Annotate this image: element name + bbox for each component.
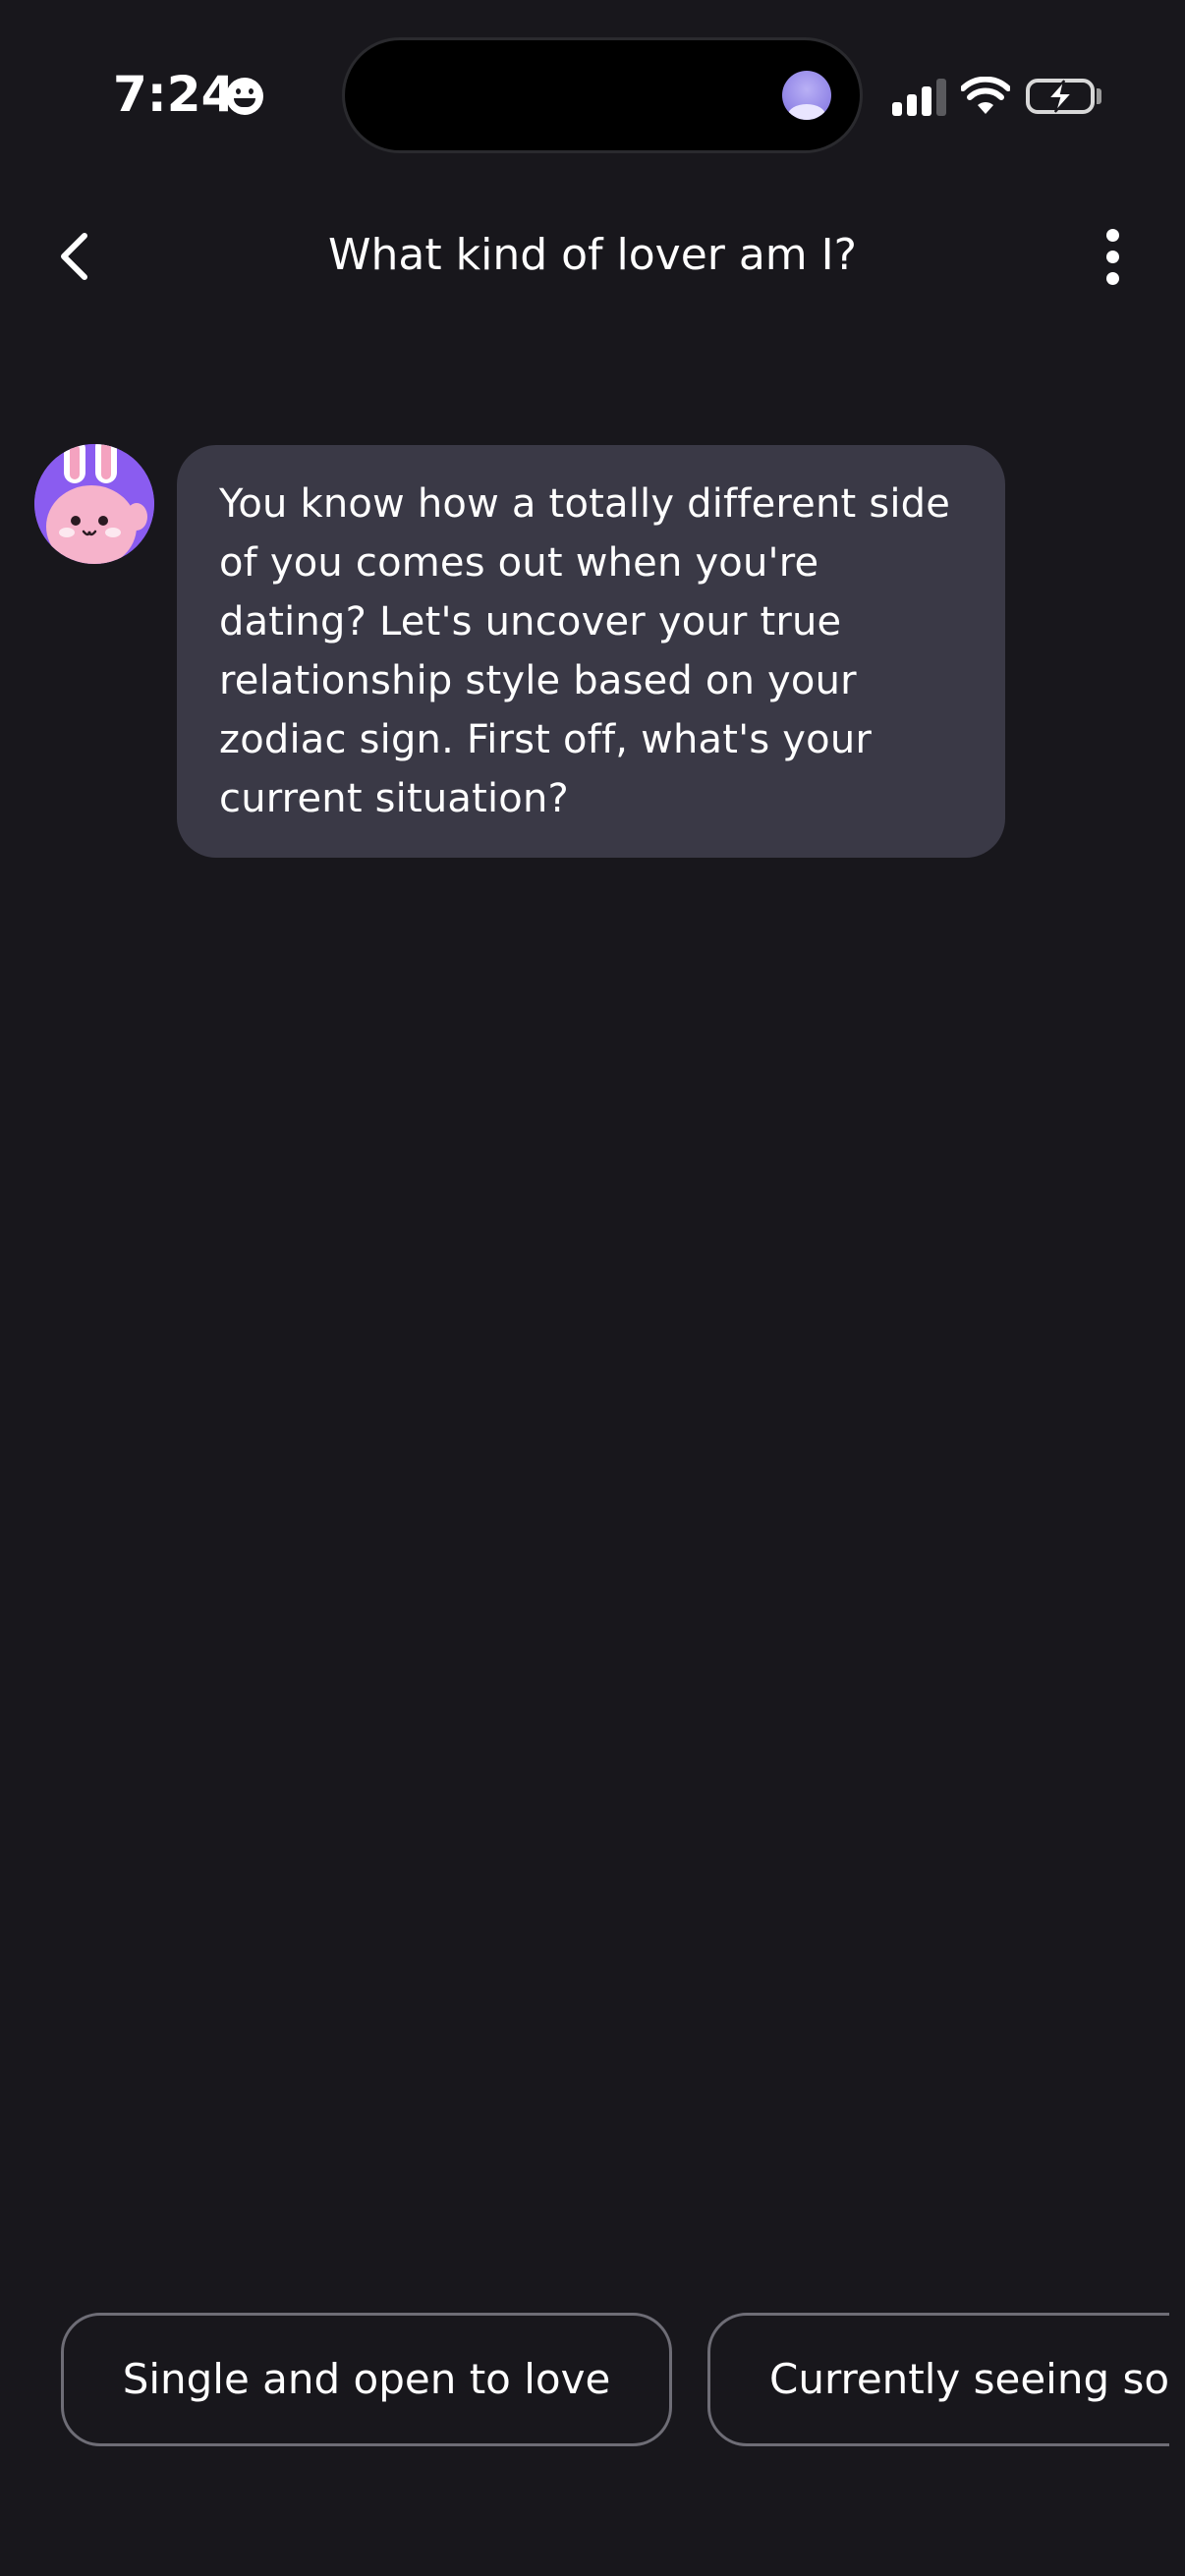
island-avatar-icon <box>782 71 831 120</box>
chat-screen: 7:24 What kind of lover am I? You know h… <box>0 0 1185 2576</box>
page-title: What kind of lover am I? <box>328 230 857 280</box>
bunny-avatar[interactable] <box>34 444 154 564</box>
battery-cap <box>1097 88 1101 104</box>
bot-message-bubble: You know how a totally different side of… <box>177 445 1005 858</box>
chevron-left-icon <box>61 233 87 280</box>
signal-icon <box>892 77 946 116</box>
more-vertical-icon <box>1105 228 1119 242</box>
charging-bolt-icon <box>1045 80 1075 113</box>
back-button[interactable] <box>47 224 100 289</box>
bunny-icon <box>34 444 154 564</box>
smiley-icon <box>226 78 263 115</box>
quick-reply-seeing-someone[interactable]: Currently seeing so <box>707 2313 1169 2446</box>
quick-replies: Single and open to love Currently seeing… <box>61 2313 1169 2446</box>
quick-reply-single[interactable]: Single and open to love <box>61 2313 672 2446</box>
status-time: 7:24 <box>113 66 236 123</box>
wifi-icon <box>961 77 1010 114</box>
more-options-button[interactable] <box>1091 224 1134 289</box>
